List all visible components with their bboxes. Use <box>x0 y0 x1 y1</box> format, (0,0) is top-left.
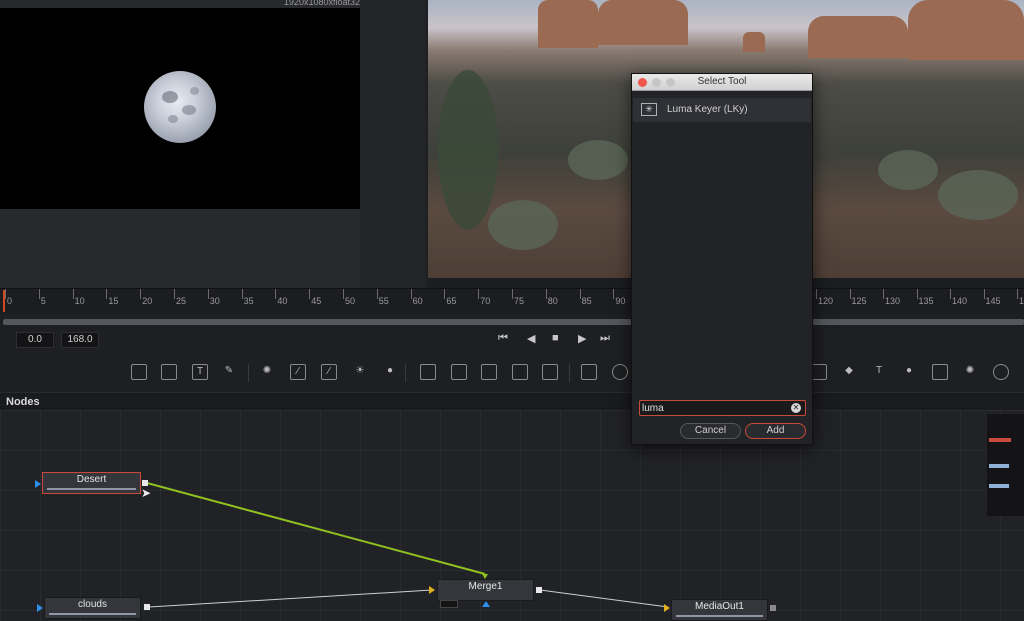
select-tool-dialog: Select Tool ✳ Luma Keyer (LKy) ✕ Cancel … <box>631 73 813 445</box>
mediaout-output-port[interactable] <box>770 605 776 611</box>
dialog-title-bar[interactable]: Select Tool <box>632 74 812 91</box>
node-clouds-label: clouds <box>78 599 107 610</box>
clouds-input-port[interactable] <box>37 604 43 612</box>
node-mediaout1-label: MediaOut1 <box>695 601 744 612</box>
wire-clouds-to-merge <box>148 589 433 608</box>
fusion-app: 1920x1080xfloat32 0 5 10 15 20 25 30 35 40 45 50 55… <box>0 0 1024 621</box>
merge-background-port[interactable] <box>429 586 435 594</box>
cancel-button[interactable]: Cancel <box>680 423 741 439</box>
mediaout-input-port[interactable] <box>664 604 670 612</box>
wire-desert-to-merge <box>146 482 486 575</box>
mouse-cursor-icon: ➤ <box>141 486 152 500</box>
merge-thumbnail-toggle[interactable] <box>440 600 458 608</box>
luma-keyer-icon: ✳ <box>641 103 657 116</box>
node-desert-label: Desert <box>76 474 107 485</box>
node-mediaout1[interactable]: MediaOut1 <box>671 599 768 621</box>
merge-mask-port[interactable] <box>482 601 490 607</box>
tool-search-field[interactable]: ✕ <box>639 400 806 416</box>
wire-merge-to-mediaout <box>539 589 669 608</box>
clouds-output-port[interactable] <box>144 604 150 610</box>
node-clouds[interactable]: clouds <box>44 597 141 619</box>
node-connections <box>146 482 669 608</box>
clear-search-icon[interactable]: ✕ <box>791 403 801 413</box>
tool-search-input[interactable] <box>642 401 782 415</box>
dialog-title: Select Tool <box>697 76 747 87</box>
desert-input-port[interactable] <box>35 480 41 488</box>
node-merge1[interactable]: Merge1 <box>437 579 534 601</box>
node-merge1-label: Merge1 <box>468 581 503 592</box>
node-desert[interactable]: Desert <box>42 472 141 494</box>
tool-result-label: Luma Keyer (LKy) <box>667 104 748 115</box>
add-button[interactable]: Add <box>745 423 806 439</box>
node-minimap[interactable] <box>987 414 1024 516</box>
merge-output-port[interactable] <box>536 587 542 593</box>
tool-result-luma-keyer[interactable]: ✳ Luma Keyer (LKy) <box>633 98 811 122</box>
